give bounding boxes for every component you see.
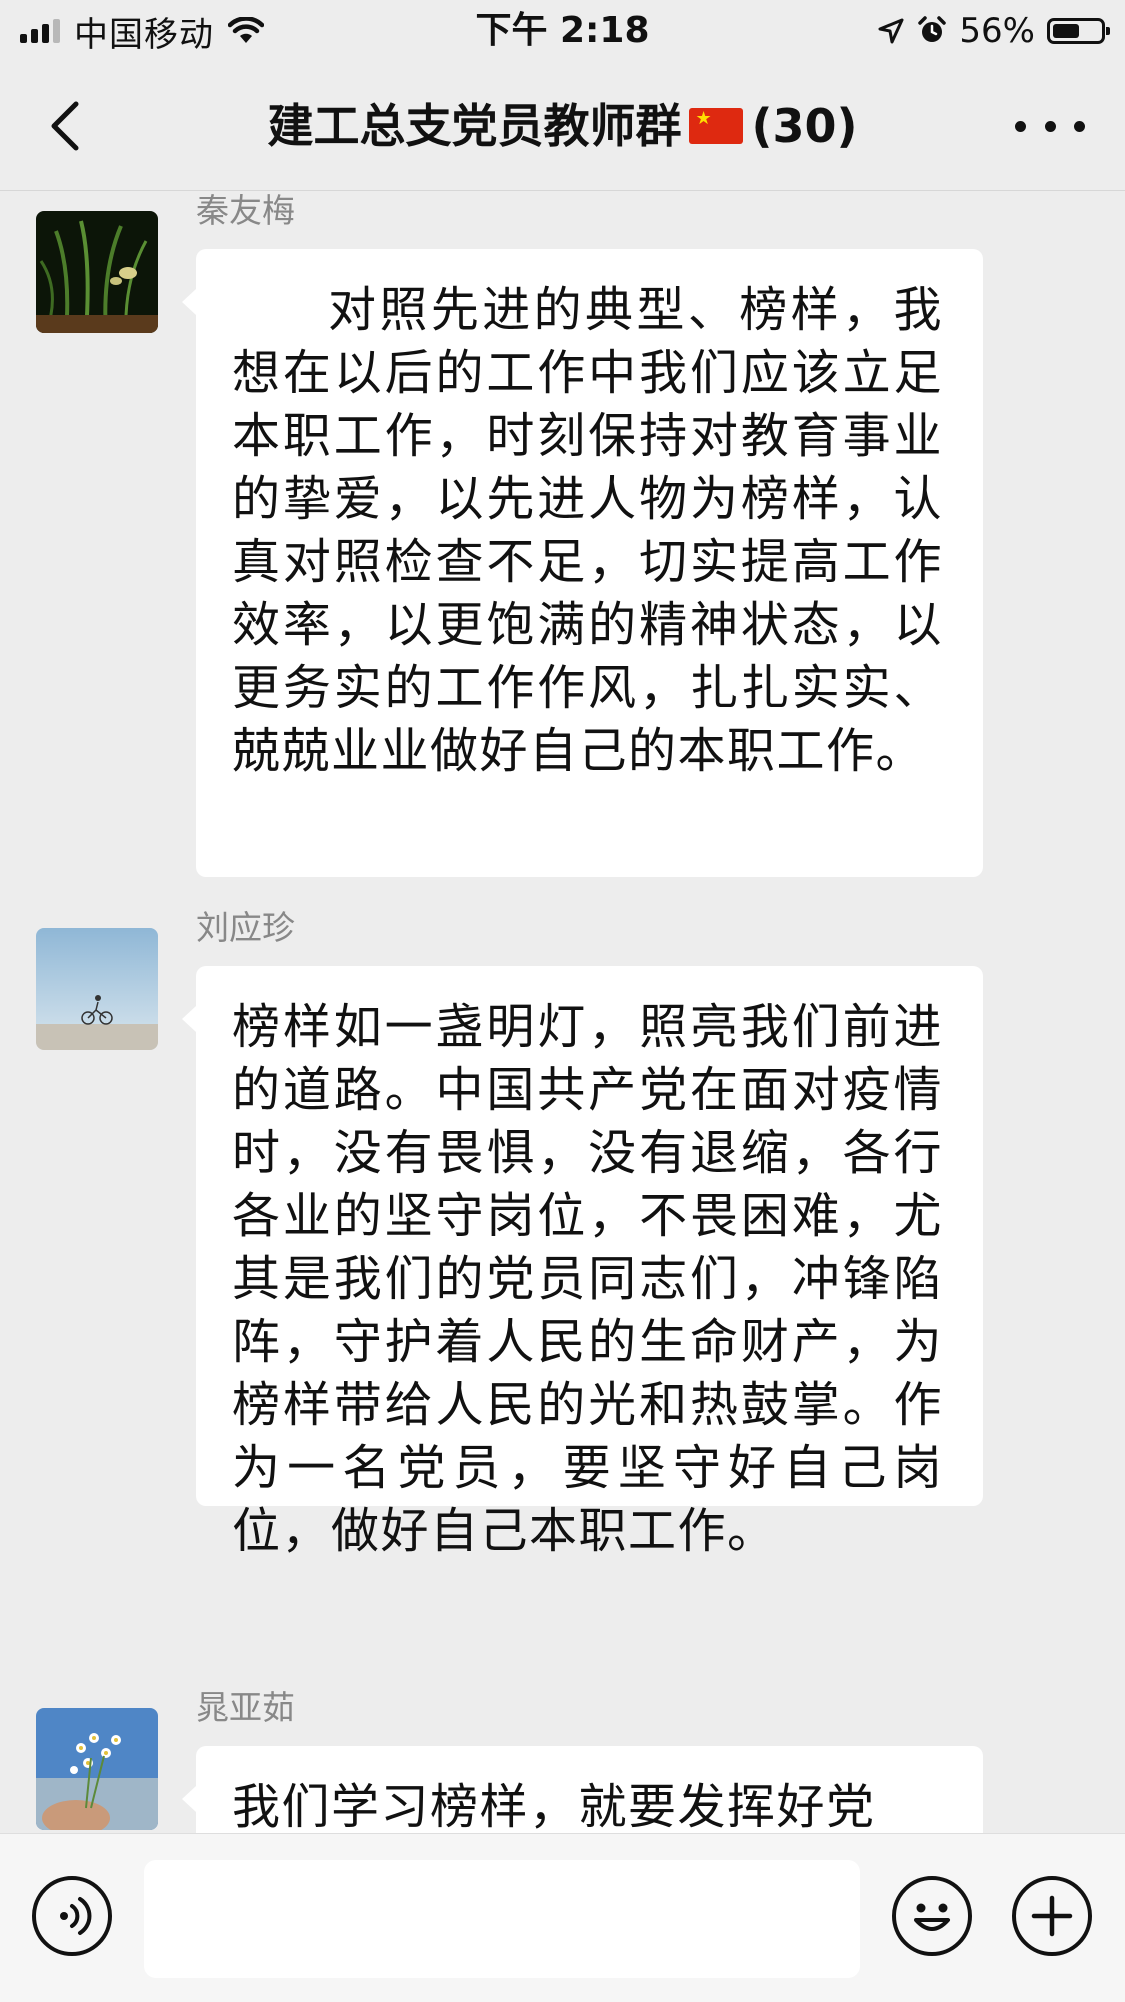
emoji-button[interactable] [892, 1876, 972, 1956]
orchid-plant-avatar [36, 211, 158, 333]
group-name: 建工总支党员教师群 [267, 99, 682, 153]
battery-icon [1047, 18, 1110, 44]
dot [1015, 120, 1026, 132]
battery-percent: 56% [959, 11, 1035, 51]
battery-fill [1053, 24, 1079, 38]
voice-button[interactable] [32, 1876, 112, 1956]
plus-button[interactable] [1012, 1876, 1092, 1956]
alarm-icon [918, 16, 947, 42]
sender-name: 刘应珍 [196, 908, 295, 947]
message-bubble[interactable]: 榜样如一盏明灯，照亮我们前进的道路。中国共产党在面对疫情时，没有畏惧，没有退缩，… [182, 966, 983, 1559]
message-list[interactable]: 秦友梅 对照先进的典型、榜样，我想在以后的工作中我们应该立足本职工作，时刻保持对… [0, 191, 1125, 1833]
voice-icon [60, 1897, 92, 1935]
message-bubble[interactable]: 我们学习榜样，就要发挥好党 [182, 1746, 983, 1833]
sender-name: 晁亚茹 [196, 1688, 295, 1727]
sender-name: 秦友梅 [196, 191, 295, 230]
smiley-icon [914, 1903, 950, 1931]
location-arrow-icon [878, 18, 904, 44]
battery-tip [1106, 27, 1110, 35]
message-bubble[interactable]: 对照先进的典型、榜样，我想在以后的工作中我们应该立足本职工作，时刻保持对教育事业… [182, 249, 983, 877]
dot [1074, 120, 1085, 132]
flowers-sky-avatar [36, 1708, 158, 1830]
cyclist-beach-avatar [36, 928, 158, 1050]
avatar[interactable] [36, 1708, 158, 1830]
plus-icon [1031, 1895, 1073, 1937]
member-count: (30) [751, 99, 858, 153]
dot [1044, 120, 1056, 132]
input-bar [0, 1833, 1125, 2002]
china-flag-icon: ★ [689, 108, 744, 144]
message-input[interactable] [144, 1860, 860, 1978]
status-bar: 中国移动 下午 2:18 56% [0, 0, 1125, 62]
avatar[interactable] [36, 211, 158, 333]
avatar[interactable] [36, 928, 158, 1050]
more-button[interactable] [1015, 92, 1085, 160]
status-right: 56% [877, 8, 1110, 54]
chat-header: 建工总支党员教师群 ★ (30) [0, 62, 1125, 191]
page-title: 建工总支党员教师群 ★ (30) [0, 94, 1125, 158]
